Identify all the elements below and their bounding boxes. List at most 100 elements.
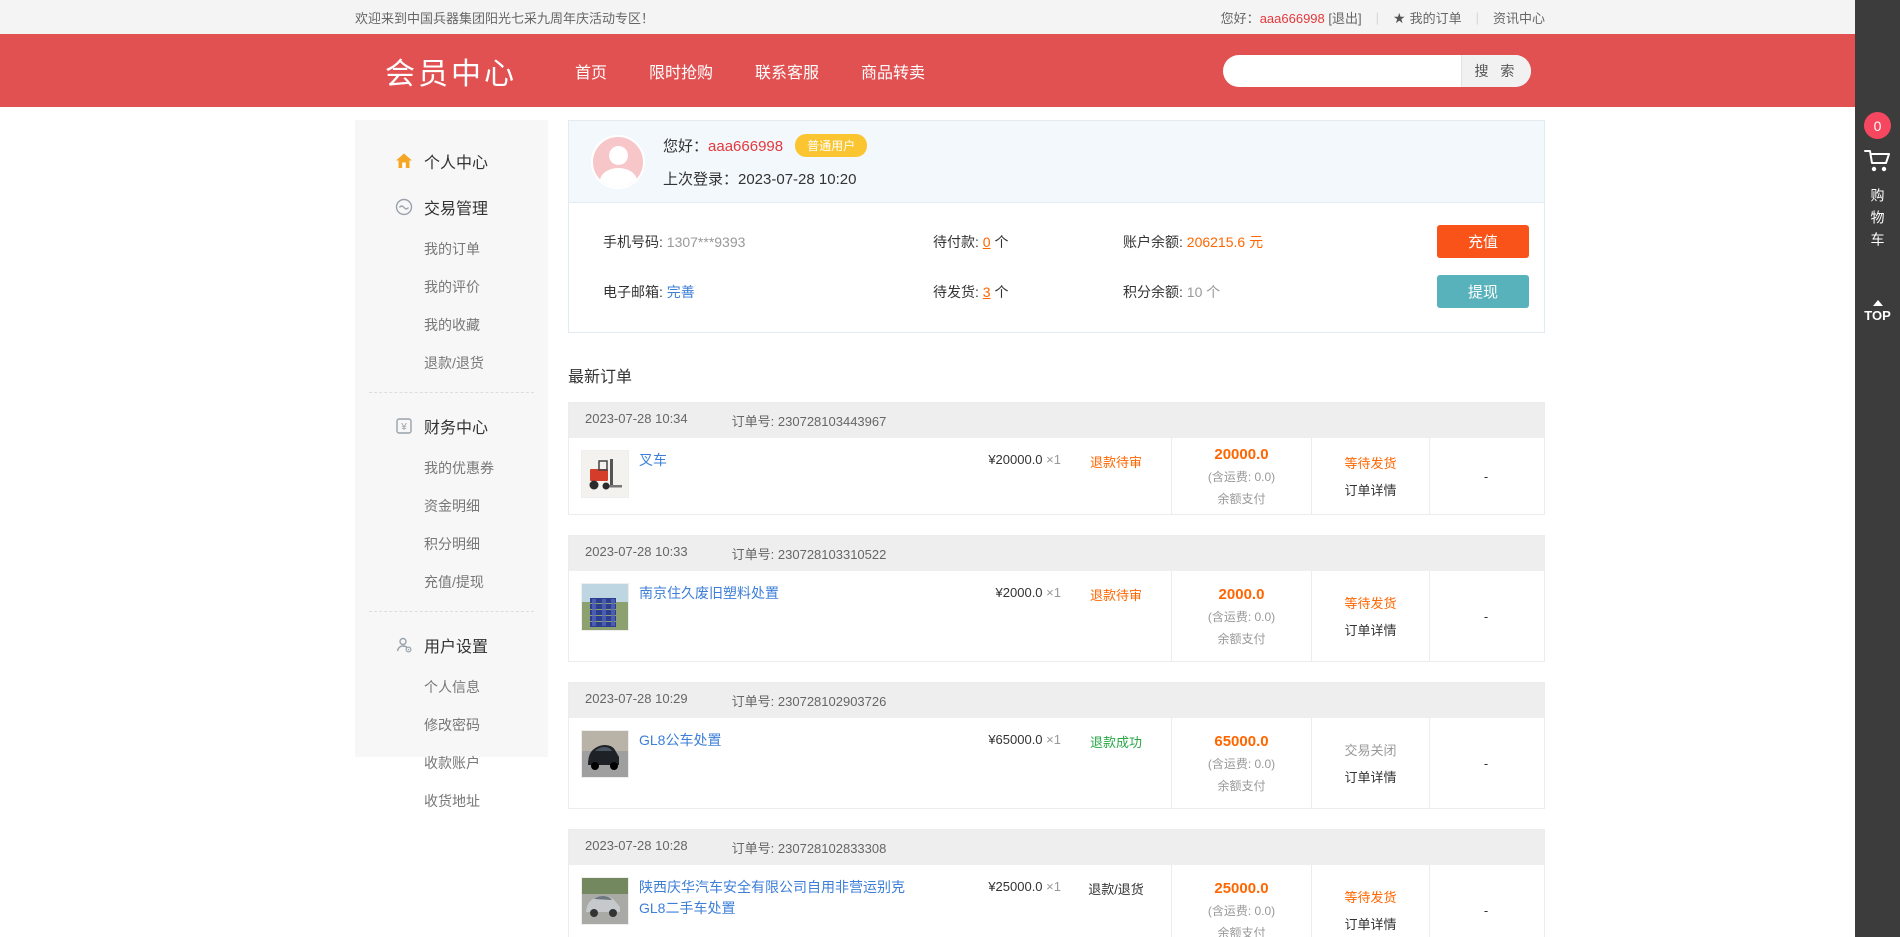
greeting-text: 您好：aaa666998	[663, 135, 783, 156]
sidebar-group-finance[interactable]: ¥ 财务中心	[355, 403, 548, 449]
order-block: 2023-07-28 10:34 订单号: 230728103443967	[568, 402, 1545, 515]
product-name-link[interactable]: 陕西庆华汽车安全有限公司自用非营运别克GL8二手车处置	[639, 877, 914, 937]
user-level-badge: 普通用户	[795, 134, 867, 157]
star-icon: ★	[1393, 10, 1406, 26]
email-complete-link[interactable]: 完善	[667, 284, 695, 300]
sidebar-item-my-coupons[interactable]: 我的优惠券	[355, 449, 548, 487]
dark-car-photo[interactable]	[581, 730, 629, 778]
phone-value: 1307***9393	[667, 234, 746, 250]
points-field: 积分余额: 10 个	[1123, 282, 1433, 302]
order-number: 订单号: 230728103310522	[732, 544, 887, 563]
sidebar-item-fund-details[interactable]: 资金明细	[355, 487, 548, 525]
pay-method: 余额支付	[1217, 630, 1265, 647]
order-price: ¥2000.0 ×1	[926, 571, 1061, 661]
sidebar: 个人中心 交易管理 我的订单 我的评价 我的收藏 退款/退货 ¥ 财务中心 我的…	[355, 120, 548, 757]
main-nav: 首页 限时抢购 联系客服 商品转卖	[575, 59, 925, 83]
sidebar-item-refund-return[interactable]: 退款/退货	[355, 344, 548, 382]
sidebar-item-personal-info[interactable]: 个人信息	[355, 668, 548, 706]
cart-dock: 0 购物车 TOP	[1855, 0, 1900, 937]
order-detail-link[interactable]: 订单详情	[1344, 480, 1396, 499]
cart-button[interactable]	[1863, 147, 1893, 180]
product-name-link[interactable]: 南京住久废旧塑料处置	[639, 583, 779, 649]
freight-note: (含运费: 0.0)	[1208, 468, 1275, 485]
sidebar-item-recharge-withdraw[interactable]: 充值/提现	[355, 563, 548, 601]
pay-method: 余额支付	[1217, 490, 1265, 507]
sidebar-item-payment-account[interactable]: 收款账户	[355, 744, 548, 782]
order-date: 2023-07-28 10:28	[585, 838, 688, 857]
order-block: 2023-07-28 10:33 订单号: 230728103310522	[568, 535, 1545, 662]
balance-field: 账户余额: 206215.6 元	[1123, 232, 1433, 252]
search-button[interactable]: 搜 索	[1461, 55, 1531, 87]
nav-customer-service[interactable]: 联系客服	[755, 59, 819, 83]
product-name-link[interactable]: 叉车	[639, 450, 667, 502]
divider: |	[1376, 10, 1379, 25]
freight-note: (含运费: 0.0)	[1208, 902, 1275, 919]
user-panel: 您好：aaa666998 普通用户 上次登录：2023-07-28 10:20 …	[568, 120, 1545, 333]
sidebar-item-my-reviews[interactable]: 我的评价	[355, 268, 548, 306]
pending-ship-field: 待发货: 3 个	[933, 282, 1123, 302]
welcome-text: 欢迎来到中国兵器集团阳光七采九周年庆活动专区！	[355, 8, 654, 27]
sidebar-item-shipping-address[interactable]: 收货地址	[355, 782, 548, 820]
order-number: 订单号: 230728102903726	[732, 691, 887, 710]
ship-status: 等待发货	[1344, 453, 1396, 472]
sidebar-item-points-details[interactable]: 积分明细	[355, 525, 548, 563]
cart-label[interactable]: 购物车	[1868, 188, 1888, 254]
pending-pay-count-link[interactable]: 0	[983, 234, 991, 250]
divider: |	[1476, 10, 1479, 25]
order-amount: 20000.0	[1214, 446, 1268, 463]
order-price: ¥25000.0 ×1	[926, 865, 1061, 937]
order-date: 2023-07-28 10:34	[585, 411, 688, 430]
order-number: 订单号: 230728103443967	[732, 411, 887, 430]
nav-home[interactable]: 首页	[575, 59, 607, 83]
news-center-link[interactable]: 资讯中心	[1493, 8, 1545, 27]
pay-method: 余额支付	[1217, 924, 1265, 937]
pay-method: 余额支付	[1217, 777, 1265, 794]
sidebar-group-user-settings[interactable]: 用户设置	[355, 622, 548, 668]
product-name-link[interactable]: GL8公车处置	[639, 730, 721, 796]
my-orders-link[interactable]: ★我的订单	[1393, 8, 1462, 27]
user-settings-icon	[395, 636, 413, 654]
sidebar-group-personal-center[interactable]: 个人中心	[355, 138, 548, 184]
sidebar-item-my-orders[interactable]: 我的订单	[355, 230, 548, 268]
order-amount: 25000.0	[1214, 880, 1268, 897]
email-field: 电子邮箱: 完善	[603, 282, 933, 302]
recharge-button[interactable]: 充值	[1437, 225, 1529, 258]
nav-flash-sale[interactable]: 限时抢购	[649, 59, 713, 83]
silver-car-photo[interactable]	[581, 877, 629, 925]
freight-note: (含运费: 0.0)	[1208, 755, 1275, 772]
phone-field: 手机号码: 1307***9393	[603, 232, 933, 252]
ship-status: 等待发货	[1344, 593, 1396, 612]
latest-orders-title: 最新订单	[568, 363, 1545, 387]
balance-value: 206215.6 元	[1187, 234, 1263, 250]
search-input[interactable]	[1223, 55, 1461, 87]
order-block: 2023-07-28 10:29 订单号: 230728102903726	[568, 682, 1545, 809]
panel-username: aaa666998	[708, 138, 783, 155]
order-detail-link[interactable]: 订单详情	[1344, 767, 1396, 786]
logout-link[interactable]: [退出]	[1328, 11, 1361, 26]
pending-ship-count-link[interactable]: 3	[983, 284, 991, 300]
nav-resale[interactable]: 商品转卖	[861, 59, 925, 83]
ship-status: 等待发货	[1344, 887, 1396, 906]
avatar[interactable]	[591, 135, 645, 189]
sidebar-item-my-favorites[interactable]: 我的收藏	[355, 306, 548, 344]
order-date: 2023-07-28 10:29	[585, 691, 688, 710]
order-price: ¥65000.0 ×1	[926, 718, 1061, 808]
finance-icon: ¥	[395, 417, 413, 435]
order-extra: -	[1429, 865, 1542, 937]
order-extra: -	[1429, 438, 1542, 514]
forklift-photo[interactable]	[581, 450, 629, 498]
back-to-top-button[interactable]: TOP	[1864, 300, 1891, 323]
cart-count-badge: 0	[1864, 112, 1891, 139]
sidebar-item-change-password[interactable]: 修改密码	[355, 706, 548, 744]
order-detail-link[interactable]: 订单详情	[1344, 914, 1396, 933]
sidebar-group-trade[interactable]: 交易管理	[355, 184, 548, 230]
search-box: 搜 索	[1223, 55, 1531, 87]
username-link[interactable]: aaa666998	[1260, 11, 1325, 26]
withdraw-button[interactable]: 提现	[1437, 275, 1529, 308]
order-detail-link[interactable]: 订单详情	[1344, 620, 1396, 639]
refund-status: 退款/退货	[1061, 865, 1171, 937]
pallets-photo[interactable]	[581, 583, 629, 631]
page-title: 会员中心	[355, 49, 517, 93]
order-block: 2023-07-28 10:28 订单号: 230728102833308	[568, 829, 1545, 937]
last-login: 上次登录：2023-07-28 10:20	[663, 168, 867, 189]
